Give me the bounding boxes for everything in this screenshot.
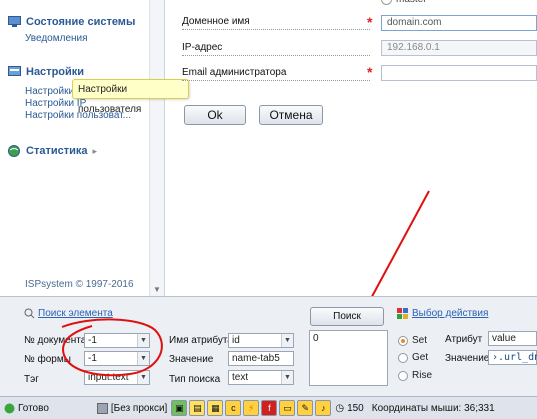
clock-icon: ◷ xyxy=(335,402,345,414)
status-proxy-label: [Без прокси] xyxy=(110,402,168,414)
flash-icon[interactable]: f xyxy=(261,400,278,416)
status-count: ◷ 150 xyxy=(331,403,367,414)
status-bar: Готово [Без прокси] ▣ ▤ ▦ c ⚡ f ▭ ✎ ♪ ◷ … xyxy=(0,396,537,419)
status-ready-label: Готово xyxy=(18,402,49,414)
ready-icon xyxy=(4,403,15,413)
image-icon[interactable]: ▣ xyxy=(171,400,188,416)
pencil-icon[interactable]: ✎ xyxy=(297,400,314,416)
status-coords-value: Координаты мыши: 36;331 xyxy=(371,402,495,414)
status-ready: Готово xyxy=(0,403,53,414)
annotation-circle xyxy=(61,318,163,377)
page-icon[interactable]: ▤ xyxy=(189,400,206,416)
monitor-icon[interactable]: ▭ xyxy=(279,400,296,416)
annotation-circle-overlay xyxy=(61,318,163,377)
lightning-icon[interactable]: ⚡ xyxy=(243,400,260,416)
css-icon[interactable]: c xyxy=(225,400,242,416)
proxy-icon xyxy=(96,402,108,414)
status-count-value: 150 xyxy=(347,402,364,414)
status-coords: Координаты мыши: 36;331 xyxy=(368,403,499,414)
music-icon[interactable]: ♪ xyxy=(315,400,332,416)
toolbar-icons: ▣ ▤ ▦ c ⚡ f ▭ ✎ ♪ xyxy=(171,400,332,416)
status-proxy[interactable]: [Без прокси] xyxy=(93,402,171,414)
grid-icon[interactable]: ▦ xyxy=(207,400,224,416)
